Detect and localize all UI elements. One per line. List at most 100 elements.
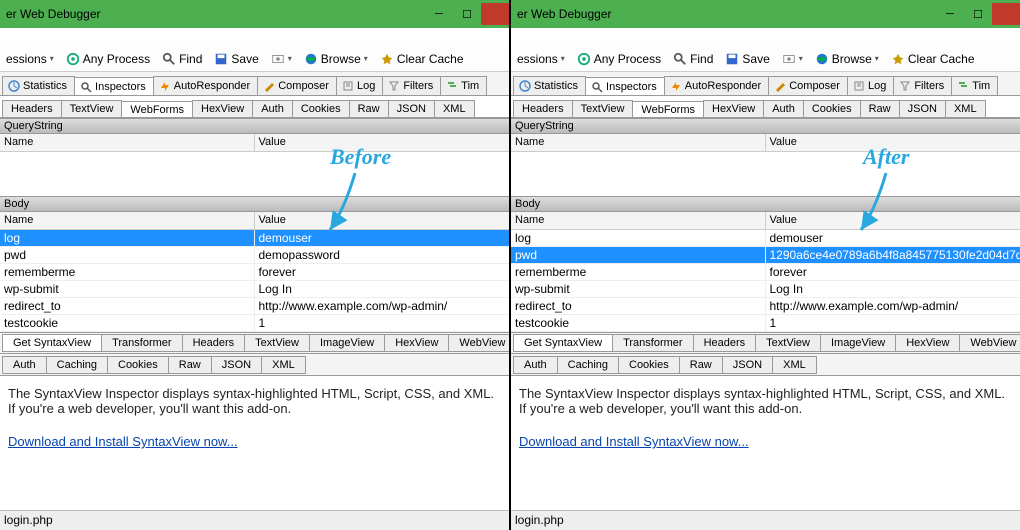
resptab-auth[interactable]: Auth (2, 356, 47, 374)
screenshot-icon[interactable]: ▾ (267, 51, 296, 67)
tab-autoresponder[interactable]: AutoResponder (153, 76, 258, 95)
sessions-menu[interactable]: essions ▾ (513, 51, 569, 67)
minimize-button[interactable]: ─ (936, 3, 964, 25)
save-button[interactable]: Save (721, 51, 773, 67)
maximize-button[interactable]: ☐ (964, 3, 992, 25)
clear-cache-button[interactable]: Clear Cache (887, 51, 979, 67)
qs-col-name[interactable]: Name (0, 134, 255, 151)
tab-filters[interactable]: Filters (382, 76, 441, 95)
reqtab-webforms[interactable]: WebForms (121, 101, 193, 118)
tab-composer[interactable]: Composer (257, 76, 337, 95)
resptab-cookies[interactable]: Cookies (107, 356, 169, 374)
resptab-cookies[interactable]: Cookies (618, 356, 680, 374)
table-row[interactable]: pwd1290a6ce4e0789a6b4f8a845775130fe2d04d… (511, 247, 1020, 264)
table-row[interactable]: logdemouser (0, 230, 509, 247)
qs-col-value[interactable]: Value (766, 134, 1020, 151)
reqtab-headers[interactable]: Headers (2, 100, 62, 117)
qs-col-name[interactable]: Name (511, 134, 766, 151)
table-row[interactable]: logdemouser (511, 230, 1020, 247)
tab-log[interactable]: Log (336, 76, 383, 95)
syntaxview-download-link[interactable]: Download and Install SyntaxView now... (519, 434, 749, 449)
table-row[interactable]: testcookie1 (0, 315, 509, 332)
save-button[interactable]: Save (210, 51, 262, 67)
find-button[interactable]: Find (669, 51, 717, 67)
tab-timeline[interactable]: Tim (440, 76, 487, 95)
reqtab-raw[interactable]: Raw (349, 100, 389, 117)
resptab-imageview[interactable]: ImageView (820, 334, 896, 352)
browse-button[interactable]: Browse ▾ (811, 51, 883, 67)
browse-button[interactable]: Browse ▾ (300, 51, 372, 67)
resptab-raw[interactable]: Raw (168, 356, 212, 374)
table-row[interactable]: wp-submitLog In (0, 281, 509, 298)
reqtab-cookies[interactable]: Cookies (803, 100, 861, 117)
tab-statistics[interactable]: Statistics (2, 76, 75, 95)
resptab-getsyntax[interactable]: Get SyntaxView (513, 334, 613, 352)
resptab-transformer[interactable]: Transformer (101, 334, 183, 352)
resptab-headers[interactable]: Headers (182, 334, 246, 352)
tab-timeline[interactable]: Tim (951, 76, 998, 95)
reqtab-auth[interactable]: Auth (252, 100, 293, 117)
tab-inspectors[interactable]: Inspectors (585, 77, 665, 96)
table-row[interactable]: redirect_tohttp://www.example.com/wp-adm… (511, 298, 1020, 315)
table-row[interactable]: pwddemopassword (0, 247, 509, 264)
resptab-textview[interactable]: TextView (244, 334, 310, 352)
syntaxview-download-link[interactable]: Download and Install SyntaxView now... (8, 434, 238, 449)
reqtab-textview[interactable]: TextView (61, 100, 123, 117)
table-row[interactable]: wp-submitLog In (511, 281, 1020, 298)
resptab-xml[interactable]: XML (772, 356, 817, 374)
tab-autoresponder[interactable]: AutoResponder (664, 76, 769, 95)
reqtab-xml[interactable]: XML (434, 100, 475, 117)
qs-col-value[interactable]: Value (255, 134, 510, 151)
table-row[interactable]: remembermeforever (0, 264, 509, 281)
resptab-webview[interactable]: WebView (959, 334, 1020, 352)
resptab-webview[interactable]: WebView (448, 334, 509, 352)
reqtab-headers[interactable]: Headers (513, 100, 573, 117)
reqtab-xml[interactable]: XML (945, 100, 986, 117)
resptab-transformer[interactable]: Transformer (612, 334, 694, 352)
tab-composer[interactable]: Composer (768, 76, 848, 95)
resptab-getsyntax[interactable]: Get SyntaxView (2, 334, 102, 352)
resptab-caching[interactable]: Caching (46, 356, 108, 374)
minimize-button[interactable]: ─ (425, 3, 453, 25)
find-button[interactable]: Find (158, 51, 206, 67)
tab-inspectors[interactable]: Inspectors (74, 77, 154, 96)
reqtab-cookies[interactable]: Cookies (292, 100, 350, 117)
close-button[interactable] (992, 3, 1020, 25)
resptab-caching[interactable]: Caching (557, 356, 619, 374)
resptab-json[interactable]: JSON (211, 356, 262, 374)
body-col-value[interactable]: Value (255, 212, 510, 229)
reqtab-json[interactable]: JSON (899, 100, 946, 117)
maximize-button[interactable]: ☐ (453, 3, 481, 25)
screenshot-icon[interactable]: ▾ (778, 51, 807, 67)
reqtab-webforms[interactable]: WebForms (632, 101, 704, 118)
body-col-name[interactable]: Name (511, 212, 766, 229)
resptab-raw[interactable]: Raw (679, 356, 723, 374)
table-row[interactable]: remembermeforever (511, 264, 1020, 281)
table-row[interactable]: testcookie1 (511, 315, 1020, 332)
sessions-menu[interactable]: essions ▾ (2, 51, 58, 67)
resptab-imageview[interactable]: ImageView (309, 334, 385, 352)
reqtab-hexview[interactable]: HexView (192, 100, 253, 117)
any-process-button[interactable]: Any Process (573, 51, 665, 67)
resptab-xml[interactable]: XML (261, 356, 306, 374)
resptab-textview[interactable]: TextView (755, 334, 821, 352)
reqtab-json[interactable]: JSON (388, 100, 435, 117)
resptab-json[interactable]: JSON (722, 356, 773, 374)
resptab-headers[interactable]: Headers (693, 334, 757, 352)
table-row[interactable]: redirect_tohttp://www.example.com/wp-adm… (0, 298, 509, 315)
close-button[interactable] (481, 3, 509, 25)
tab-log[interactable]: Log (847, 76, 894, 95)
resptab-hexview[interactable]: HexView (384, 334, 449, 352)
reqtab-textview[interactable]: TextView (572, 100, 634, 117)
clear-cache-button[interactable]: Clear Cache (376, 51, 468, 67)
tab-filters[interactable]: Filters (893, 76, 952, 95)
reqtab-auth[interactable]: Auth (763, 100, 804, 117)
resptab-hexview[interactable]: HexView (895, 334, 960, 352)
body-col-value[interactable]: Value (766, 212, 1020, 229)
resptab-auth[interactable]: Auth (513, 356, 558, 374)
any-process-button[interactable]: Any Process (62, 51, 154, 67)
tab-statistics[interactable]: Statistics (513, 76, 586, 95)
body-col-name[interactable]: Name (0, 212, 255, 229)
reqtab-raw[interactable]: Raw (860, 100, 900, 117)
reqtab-hexview[interactable]: HexView (703, 100, 764, 117)
